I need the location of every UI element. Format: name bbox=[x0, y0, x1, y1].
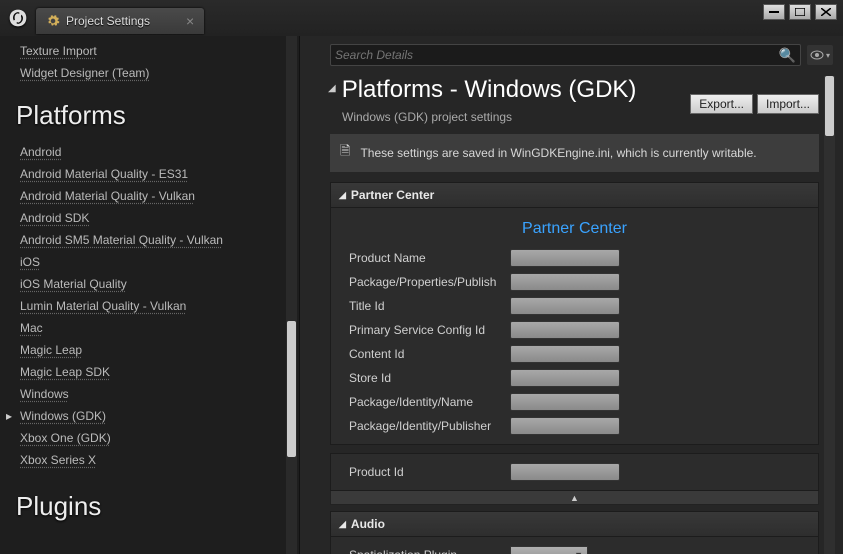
sidebar-item[interactable]: iOS Material Quality bbox=[20, 273, 299, 295]
search-input[interactable]: 🔍 bbox=[330, 44, 801, 66]
app-logo bbox=[0, 0, 36, 36]
sidebar-item[interactable]: Android Material Quality - Vulkan bbox=[20, 185, 299, 207]
collapse-icon[interactable]: ◢ bbox=[328, 83, 336, 94]
eye-icon bbox=[810, 50, 824, 60]
property-row: Package/Identity/Name bbox=[331, 390, 818, 414]
sidebar-item[interactable]: Xbox One (GDK) bbox=[20, 427, 299, 449]
property-row: Primary Service Config Id bbox=[331, 318, 818, 342]
property-input[interactable] bbox=[510, 297, 620, 315]
close-button[interactable] bbox=[815, 4, 837, 20]
property-input[interactable] bbox=[510, 369, 620, 387]
property-row: Content Id bbox=[331, 342, 818, 366]
property-input[interactable] bbox=[510, 249, 620, 267]
sidebar: Texture ImportWidget Designer (Team) Pla… bbox=[0, 36, 300, 554]
scrollbar-track[interactable] bbox=[824, 76, 835, 554]
property-label: Package/Identity/Name bbox=[349, 395, 504, 409]
property-row: Product Id bbox=[331, 460, 818, 484]
property-label: Package/Properties/Publish bbox=[349, 275, 504, 289]
section-header-partner-center[interactable]: ◢ Partner Center bbox=[330, 182, 819, 208]
property-combo[interactable]: ▼ bbox=[510, 546, 588, 554]
property-label: Package/Identity/Publisher bbox=[349, 419, 504, 433]
property-row: Title Id bbox=[331, 294, 818, 318]
sidebar-item[interactable]: Android SDK bbox=[20, 207, 299, 229]
scrollbar-thumb[interactable] bbox=[287, 321, 296, 457]
sidebar-item[interactable]: Mac bbox=[20, 317, 299, 339]
chevron-down-icon: ▼ bbox=[574, 550, 583, 554]
property-label: Store Id bbox=[349, 371, 504, 385]
view-options-button[interactable]: ▾ bbox=[807, 45, 833, 65]
sidebar-item[interactable]: Magic Leap SDK bbox=[20, 361, 299, 383]
property-row: Spatialization Plugin ▼ bbox=[331, 543, 818, 554]
sidebar-item[interactable]: Widget Designer (Team) bbox=[20, 62, 299, 84]
content-panel: 🔍 ▾ ◢ Platforms - Windows (GDK) Windows … bbox=[300, 36, 843, 554]
scrollbar-track[interactable] bbox=[286, 36, 297, 554]
sidebar-item[interactable]: Android Material Quality - ES31 bbox=[20, 163, 299, 185]
page-title: Platforms - Windows (GDK) bbox=[342, 76, 637, 104]
property-row: Store Id bbox=[331, 366, 818, 390]
search-icon: 🔍 bbox=[779, 47, 796, 64]
sidebar-heading-plugins: Plugins bbox=[16, 491, 299, 522]
search-field[interactable] bbox=[335, 48, 779, 62]
partner-center-link[interactable]: Partner Center bbox=[331, 214, 818, 246]
property-input[interactable] bbox=[510, 463, 620, 481]
scrollbar-thumb[interactable] bbox=[825, 76, 834, 136]
minimize-button[interactable] bbox=[763, 4, 785, 20]
property-row: Package/Identity/Publisher bbox=[331, 414, 818, 438]
export-button[interactable]: Export... bbox=[690, 94, 753, 114]
property-label: Spatialization Plugin bbox=[349, 548, 504, 554]
property-label: Product Id bbox=[349, 465, 504, 479]
sidebar-item[interactable]: Android SM5 Material Quality - Vulkan bbox=[20, 229, 299, 251]
close-icon[interactable]: × bbox=[186, 13, 194, 29]
sidebar-item[interactable]: Texture Import bbox=[20, 40, 299, 62]
property-input[interactable] bbox=[510, 345, 620, 363]
info-text: These settings are saved in WinGDKEngine… bbox=[360, 146, 756, 160]
chevron-up-icon: ▲ bbox=[570, 493, 579, 503]
property-input[interactable] bbox=[510, 393, 620, 411]
chevron-down-icon: ◢ bbox=[339, 190, 346, 201]
tab-project-settings[interactable]: Project Settings × bbox=[36, 8, 204, 34]
sidebar-heading-platforms: Platforms bbox=[16, 100, 299, 131]
property-label: Primary Service Config Id bbox=[349, 323, 504, 337]
sidebar-item[interactable]: Magic Leap bbox=[20, 339, 299, 361]
property-input[interactable] bbox=[510, 417, 620, 435]
expand-bar[interactable]: ▲ bbox=[330, 491, 819, 505]
gear-icon bbox=[46, 14, 60, 28]
property-label: Product Name bbox=[349, 251, 504, 265]
chevron-down-icon: ▾ bbox=[826, 51, 830, 60]
section-header-audio[interactable]: ◢ Audio bbox=[330, 511, 819, 537]
maximize-button[interactable] bbox=[789, 4, 811, 20]
sidebar-item[interactable]: iOS bbox=[20, 251, 299, 273]
sidebar-item[interactable]: Windows (GDK) bbox=[20, 405, 299, 427]
sidebar-item[interactable]: Android bbox=[20, 141, 299, 163]
info-icon: 🗎 bbox=[340, 142, 350, 164]
property-label: Title Id bbox=[349, 299, 504, 313]
sidebar-item[interactable]: Lumin Material Quality - Vulkan bbox=[20, 295, 299, 317]
property-label: Content Id bbox=[349, 347, 504, 361]
property-row: Package/Properties/Publish bbox=[331, 270, 818, 294]
property-input[interactable] bbox=[510, 273, 620, 291]
property-row: Product Name bbox=[331, 246, 818, 270]
tab-label: Project Settings bbox=[66, 14, 150, 28]
info-bar: 🗎 These settings are saved in WinGDKEngi… bbox=[330, 134, 819, 172]
import-button[interactable]: Import... bbox=[757, 94, 819, 114]
sidebar-item[interactable]: Windows bbox=[20, 383, 299, 405]
sidebar-item[interactable]: Xbox Series X bbox=[20, 449, 299, 471]
chevron-down-icon: ◢ bbox=[339, 519, 346, 530]
property-input[interactable] bbox=[510, 321, 620, 339]
titlebar: Project Settings × bbox=[0, 0, 843, 36]
